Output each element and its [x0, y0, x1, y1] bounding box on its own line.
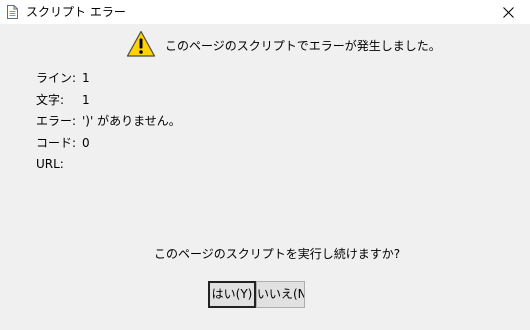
- window-title: スクリプト エラー: [26, 5, 126, 19]
- no-button[interactable]: いいえ(N: [256, 281, 305, 308]
- detail-label: エラー:: [36, 114, 77, 128]
- detail-label: コード:: [36, 135, 77, 150]
- script-error-dialog: スクリプト エラー このページのスクリプトでエラーが発生しました。 ライン: 1…: [0, 0, 530, 330]
- detail-label: URL:: [36, 157, 64, 171]
- document-icon: [7, 5, 18, 19]
- close-button[interactable]: [486, 0, 530, 24]
- detail-value: 1: [82, 71, 90, 85]
- detail-value: 1: [82, 92, 90, 107]
- detail-label: 文字:: [36, 92, 65, 107]
- close-icon: [502, 6, 514, 18]
- detail-label: ライン:: [36, 71, 77, 85]
- warning-icon: [126, 30, 156, 57]
- detail-value: 0: [82, 135, 90, 150]
- continue-question: このページのスクリプトを実行し続けますか?: [154, 247, 401, 261]
- title-bar: スクリプト エラー: [0, 0, 530, 24]
- detail-value: ')' がありません。: [82, 114, 181, 128]
- error-message: このページのスクリプトでエラーが発生しました。: [165, 39, 441, 53]
- yes-button[interactable]: はい(Y): [208, 281, 256, 308]
